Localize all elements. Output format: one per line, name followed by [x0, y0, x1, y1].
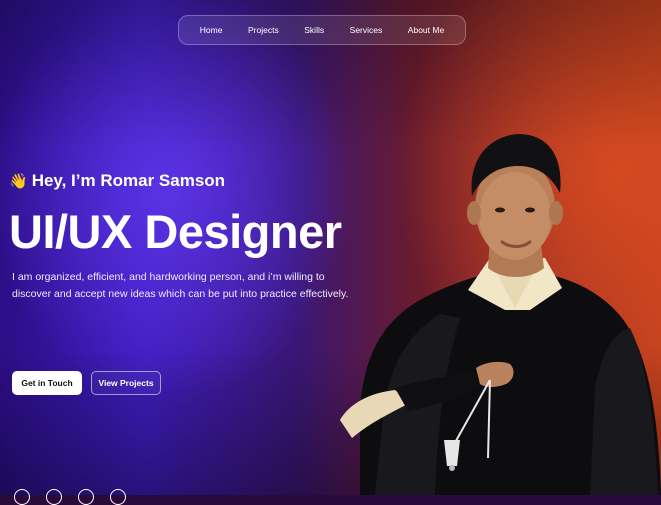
hero-description: I am organized, efficient, and hardworki…	[12, 271, 349, 300]
top-navigation: Home Projects Skills Services About Me	[178, 15, 466, 45]
view-projects-button[interactable]: View Projects	[91, 371, 161, 395]
nav-skills[interactable]: Skills	[304, 25, 324, 35]
nav-home[interactable]: Home	[200, 25, 223, 35]
waving-hand-icon: 👋	[9, 173, 28, 190]
nav-about-me[interactable]: About Me	[408, 25, 444, 35]
social-icon[interactable]	[110, 489, 126, 505]
social-icon[interactable]	[14, 489, 30, 505]
get-in-touch-button[interactable]: Get in Touch	[12, 371, 82, 395]
hero-greeting: 👋 Hey, I’m Romar Samson	[9, 171, 225, 191]
nav-projects[interactable]: Projects	[248, 25, 279, 35]
portrait-photo	[340, 134, 661, 495]
social-icon[interactable]	[78, 489, 94, 505]
social-links	[14, 489, 126, 505]
hero-title: UI/UX Designer	[9, 205, 342, 258]
social-icon[interactable]	[46, 489, 62, 505]
nav-services[interactable]: Services	[350, 25, 383, 35]
greeting-text: Hey, I’m Romar Samson	[31, 171, 226, 190]
